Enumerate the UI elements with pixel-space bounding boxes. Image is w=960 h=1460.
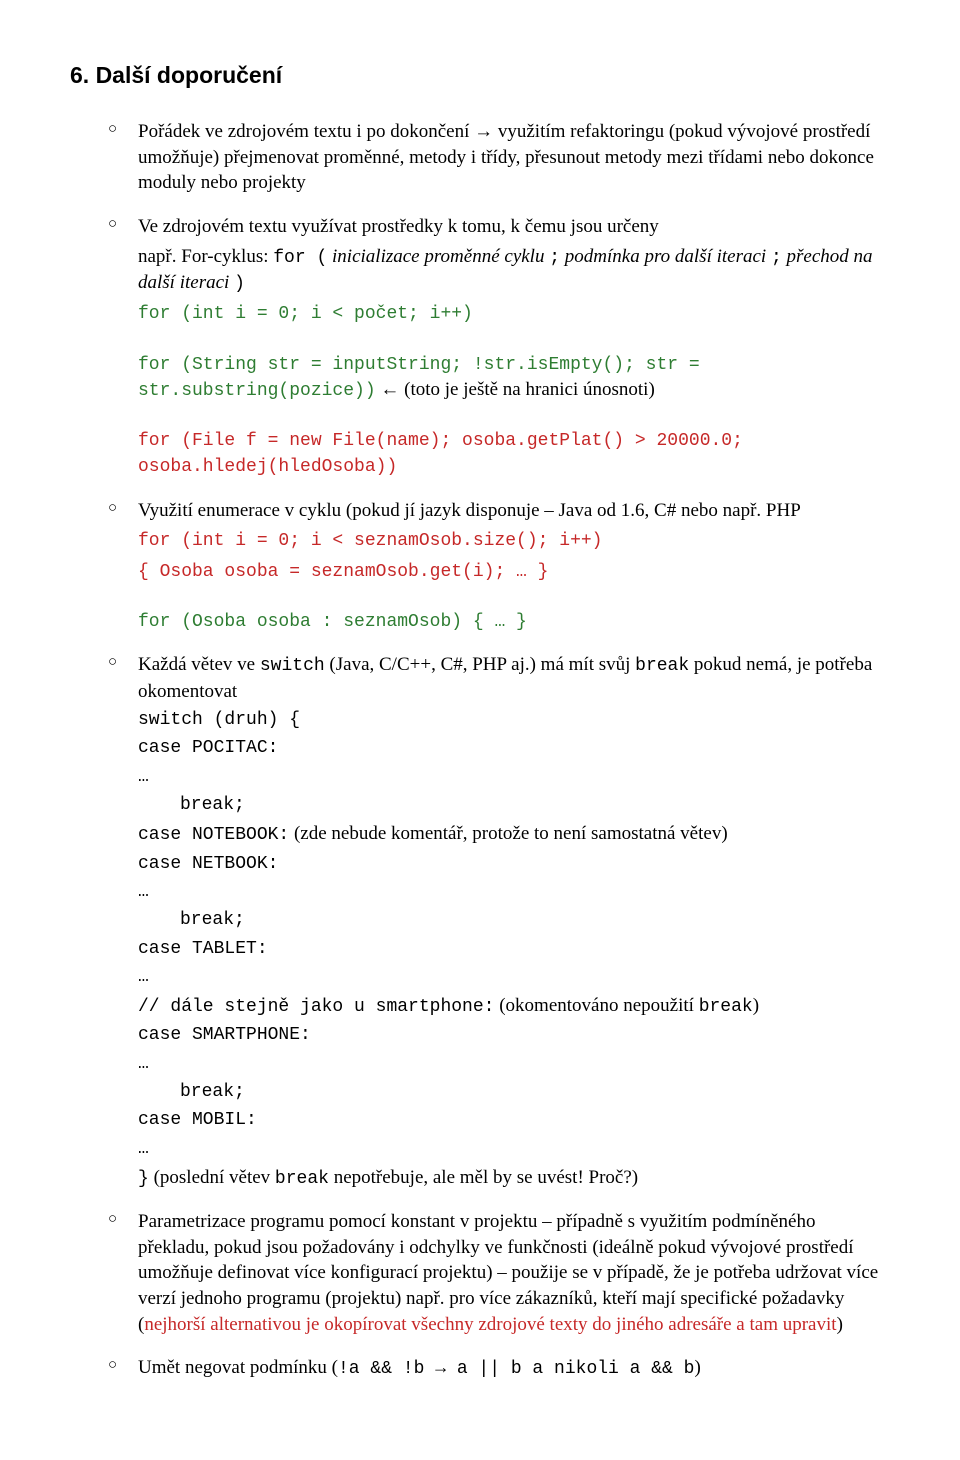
code-inline: break bbox=[635, 656, 689, 676]
code-line: for (Osoba osoba : seznamOsob) { … } bbox=[138, 612, 527, 632]
text: např. For-cyklus: bbox=[138, 246, 273, 267]
code-line-bad: for (File f = new File(name); osoba.getP… bbox=[138, 431, 743, 477]
text: ) bbox=[694, 1357, 700, 1378]
text: Každá větev ve bbox=[138, 654, 260, 675]
note: (poslední větev bbox=[149, 1167, 275, 1188]
text-warning: nejhorší alternativou je okopírovat všec… bbox=[144, 1314, 836, 1335]
code-line: case POCITAC: bbox=[138, 736, 890, 760]
code-line: … bbox=[138, 1137, 890, 1161]
code-line: for (int i = 0; i < počet; i++) bbox=[138, 304, 473, 324]
text-italic: inicializace proměnné cyklu bbox=[327, 246, 549, 267]
code-inline: ; bbox=[549, 248, 560, 268]
page-heading: 6. Další doporučení bbox=[70, 60, 890, 91]
code-line: case NETBOOK: bbox=[138, 852, 890, 876]
code-line: case MOBIL: bbox=[138, 1108, 890, 1132]
note: nepotřebuje, ale měl by se uvést! Proč?) bbox=[329, 1167, 638, 1188]
code-inline: break bbox=[275, 1169, 329, 1189]
text-italic: podmínka pro další iteraci bbox=[560, 246, 771, 267]
code-line: … bbox=[138, 965, 890, 989]
code-line: break; bbox=[138, 908, 890, 932]
code-comment: // dále stejně jako u smartphone: bbox=[138, 997, 494, 1017]
text: Umět negovat podmínku ( bbox=[138, 1357, 338, 1378]
text: Využití enumerace v cyklu (pokud jí jazy… bbox=[138, 500, 801, 521]
code-inline: break bbox=[699, 997, 753, 1017]
code-line-bad: for (int i = 0; i < seznamOsob.size(); i… bbox=[138, 531, 602, 551]
code-inline: !a && !b → a || b a nikoli a && b bbox=[338, 1359, 694, 1379]
list-item: Ve zdrojovém textu využívat prostředky k… bbox=[70, 214, 890, 480]
code-line: break; bbox=[138, 1080, 890, 1104]
text: Pořádek ve zdrojovém textu i po dokončen… bbox=[138, 121, 874, 193]
code-line-bad: { Osoba osoba = seznamOsob.get(i); … } bbox=[138, 562, 548, 582]
list-item: Využití enumerace v cyklu (pokud jí jazy… bbox=[70, 498, 890, 635]
code-inline: switch bbox=[260, 656, 325, 676]
note: (zde nebude komentář, protože to není sa… bbox=[289, 823, 727, 844]
code-line: … bbox=[138, 765, 890, 789]
note: ← (toto je ještě na hranici únosnoti) bbox=[376, 379, 655, 400]
list-item: Parametrizace programu pomocí konstant v… bbox=[70, 1209, 890, 1337]
code-line: } bbox=[138, 1169, 149, 1189]
list-item: Umět negovat podmínku (!a && !b → a || b… bbox=[70, 1355, 890, 1381]
code-inline: for ( bbox=[273, 248, 327, 268]
note: ) bbox=[753, 995, 759, 1016]
list-item: Každá větev ve switch (Java, C/C++, C#, … bbox=[70, 652, 890, 1191]
recommendation-list: Pořádek ve zdrojovém textu i po dokončen… bbox=[70, 119, 890, 1382]
code-inline: ; bbox=[771, 248, 782, 268]
code-line: case SMARTPHONE: bbox=[138, 1023, 890, 1047]
note: (okomentováno nepoužití bbox=[494, 995, 698, 1016]
code-line: … bbox=[138, 1052, 890, 1076]
code-line: switch (druh) { bbox=[138, 708, 890, 732]
text: Ve zdrojovém textu využívat prostředky k… bbox=[138, 216, 659, 237]
text: ) bbox=[837, 1314, 843, 1335]
list-item: Pořádek ve zdrojovém textu i po dokončen… bbox=[70, 119, 890, 196]
paragraph: např. For-cyklus: for ( inicializace pro… bbox=[138, 244, 890, 297]
code-line: case NOTEBOOK: bbox=[138, 825, 289, 845]
code-line: break; bbox=[138, 793, 890, 817]
code-line: case TABLET: bbox=[138, 937, 890, 961]
code-line: … bbox=[138, 880, 890, 904]
code-inline: ) bbox=[234, 274, 245, 294]
text: (Java, C/C++, C#, PHP aj.) má mít svůj bbox=[325, 654, 635, 675]
